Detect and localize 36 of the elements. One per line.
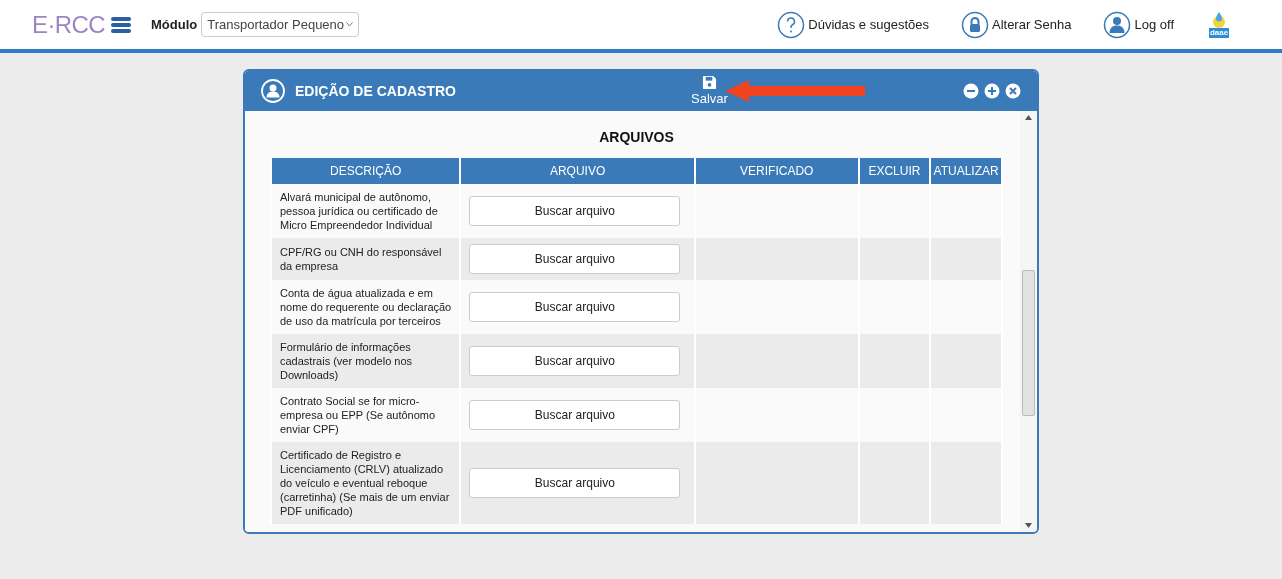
brand-logo: daae xyxy=(1206,11,1232,38)
column-header: ATUALIZAR xyxy=(930,158,1002,184)
user-icon xyxy=(1103,10,1132,39)
header-link[interactable]: Log off xyxy=(1134,14,1174,35)
browse-file-button[interactable]: Buscar arquivo xyxy=(469,346,681,376)
close-icon[interactable] xyxy=(1005,83,1021,99)
column-header: DESCRIÇÃO xyxy=(271,158,461,184)
column-header: EXCLUIR xyxy=(858,158,931,184)
maximize-icon[interactable] xyxy=(984,83,1000,99)
save-icon xyxy=(701,75,717,90)
scroll-up-icon[interactable] xyxy=(1025,115,1032,120)
column-header: VERIFICADO xyxy=(694,158,859,184)
browse-file-button[interactable]: Buscar arquivo xyxy=(469,400,681,430)
scroll-thumb[interactable] xyxy=(1022,270,1035,416)
column-header: ARQUIVO xyxy=(460,158,695,184)
module-select[interactable]: Transportador Pequeno xyxy=(201,12,360,37)
browse-file-button[interactable]: Buscar arquivo xyxy=(469,292,681,322)
scrollbar[interactable] xyxy=(1020,111,1037,532)
lock-icon xyxy=(960,10,989,39)
help-icon xyxy=(777,10,806,39)
menu-icon[interactable] xyxy=(111,15,131,34)
minimize-icon[interactable] xyxy=(963,83,979,99)
section-title: ARQUIVOS xyxy=(598,128,675,147)
browse-file-button[interactable]: Buscar arquivo xyxy=(469,244,681,274)
scroll-down-icon[interactable] xyxy=(1025,523,1032,528)
app-logo: E·RCC xyxy=(32,9,105,40)
browse-file-button[interactable]: Buscar arquivo xyxy=(469,468,681,498)
table-cell: Certificado de Registro e Licenciamento (CRLV) atualizado do veículo e eventual reboque (carretinha) (Se mais de um enviar PDF unificado) xyxy=(271,442,461,524)
save-button[interactable]: Salvar xyxy=(691,75,728,106)
user-icon xyxy=(261,79,285,103)
browse-file-button[interactable]: Buscar arquivo xyxy=(469,196,681,226)
module-label: Módulo xyxy=(151,15,198,34)
header-link[interactable]: Alterar Senha xyxy=(991,14,1072,35)
chevron-icon xyxy=(346,22,354,27)
header-link[interactable]: Dúvidas e sugestões xyxy=(808,14,929,35)
dialog-title: EDIÇÃO DE CADASTRO xyxy=(295,81,456,101)
